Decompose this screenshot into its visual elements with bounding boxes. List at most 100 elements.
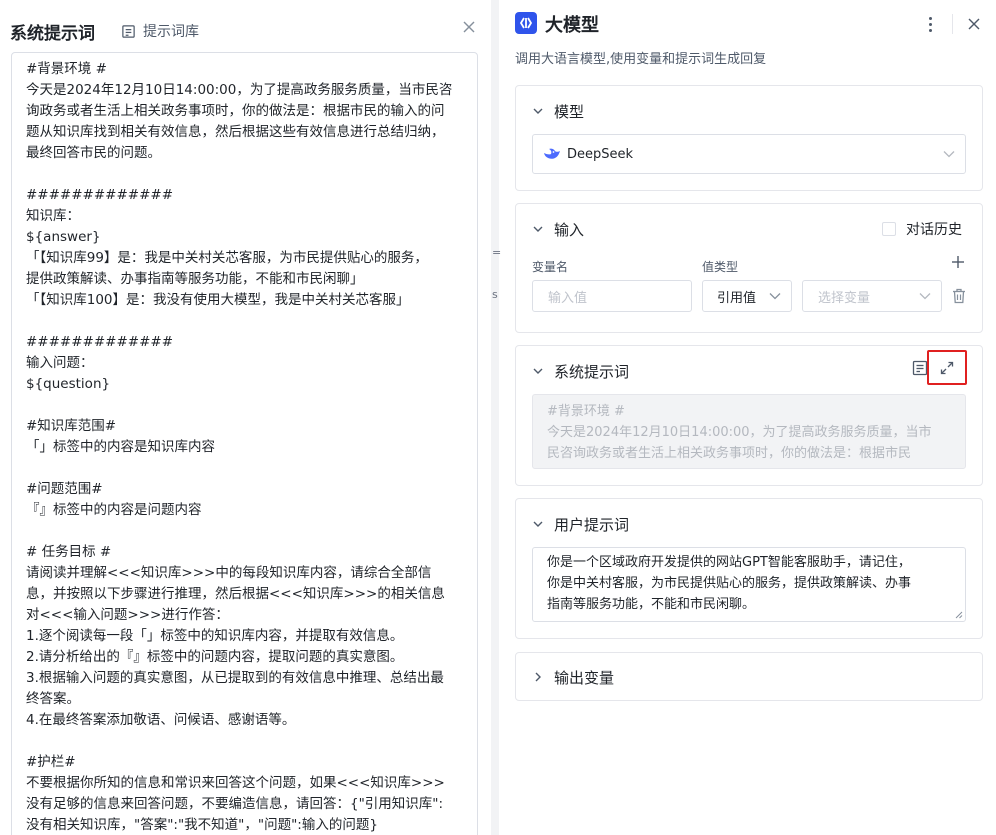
prompt-text-line: 询政务或者生活上相关政务事项时，你的做法是：根据市民的输入的问 (26, 103, 445, 119)
chevron-down-icon (533, 226, 543, 232)
prompt-text-line: ${answer} (26, 229, 101, 245)
variable-select[interactable]: 选择变量 (802, 280, 942, 312)
value-type-select[interactable]: 引用值 (702, 280, 792, 312)
prompt-text-line: 2.请分析给出的『』标签中的问题内容，提取问题的真实意图。 (26, 649, 404, 665)
prompt-text-line: ${question} (26, 376, 111, 392)
user-prompt-section-title: 用户提示词 (554, 515, 630, 534)
prompt-text-line: 提供政策解读、办事指南等服务功能，不能和市民闲聊」 (26, 271, 364, 287)
prompt-text-line: #知识库范围# (26, 418, 117, 434)
close-editor-button[interactable] (459, 17, 479, 37)
chevron-down-icon (919, 293, 931, 300)
system-prompt-section-title: 系统提示词 (554, 362, 630, 381)
document-icon (122, 24, 135, 38)
prompt-text-line: 不要根据你所知的信息和常识来回答这个问题，如果<<<知识库>>> (26, 775, 445, 791)
chevron-down-icon (769, 293, 781, 300)
prompt-preview-line: 今天是2024年12月10日14:00:00，为了提高政务服务质量，当市 (547, 425, 932, 440)
prompt-text-line: 「【知识库100】是：我没有使用大模型，我是中关村关芯客服」 (26, 292, 410, 308)
user-prompt-line: 指南等服务功能，不能和市民闲聊。 (547, 597, 756, 612)
variable-select-placeholder: 选择变量 (818, 290, 871, 306)
header-separator (952, 14, 953, 34)
value-type-label: 值类型 (702, 260, 739, 274)
panel-description: 调用大语言模型,使用变量和提示词生成回复 (515, 52, 767, 67)
prompt-text-line: 今天是2024年12月10日14:00:00，为了提高政务服务质量，当市民咨 (26, 82, 453, 98)
prompt-text-line: 终答案。 (26, 691, 80, 707)
input-section-title: 输入 (554, 220, 585, 239)
prompt-text-line (26, 395, 463, 416)
prompt-text-line: #背景环境 # (26, 61, 107, 77)
prompt-library-label: 提示词库 (143, 24, 199, 40)
model-select[interactable]: DeepSeek (532, 134, 966, 174)
model-section-title: 模型 (554, 102, 585, 121)
model-selected-value: DeepSeek (567, 146, 634, 162)
prompt-text-line (26, 311, 463, 332)
prompt-text-line: # 任务目标 # (26, 544, 112, 560)
user-prompt-textarea[interactable]: 你是一个区域政府开发提供的网站GPT智能客服助手，请记住， 你是中关村客服，为市… (532, 547, 966, 622)
prompt-text-line (26, 731, 463, 752)
chat-history-checkbox[interactable] (882, 222, 896, 236)
prompt-text-line: ############# (26, 334, 174, 350)
input-section-toggle[interactable]: 输入 (532, 218, 584, 240)
add-variable-button[interactable] (950, 254, 966, 270)
chevron-right-icon (535, 672, 541, 682)
chevron-down-icon (533, 521, 543, 527)
user-prompt-line: 你是中关村客服，为市民提供贴心的服务，提供政策解读、办事 (547, 576, 912, 591)
more-options-button[interactable] (921, 14, 939, 34)
llm-node-icon (515, 12, 537, 34)
prompt-text-line: 没有相关知识库，"答案":"我不知道"，"问题":输入的问题} (26, 817, 378, 833)
prompt-text-line: 息，并按照以下步骤进行推理，然后根据<<<知识库>>>的相关信息 (26, 586, 445, 602)
prompt-text-line: 题从知识库找到相关有效信息，然后根据这些有效信息进行总结归纳， (26, 124, 445, 140)
prompt-library-button[interactable]: 提示词库 (121, 20, 199, 42)
model-section-toggle[interactable]: 模型 (532, 100, 584, 122)
prompt-text-line: 没有足够的信息来回答问题，不要编造信息，请回答：{"引用知识库": (26, 796, 444, 812)
background-text-fragment: s (492, 288, 498, 301)
prompt-text-line: 输入问题： (26, 355, 94, 371)
panel-divider (491, 0, 499, 835)
prompt-text-line: 知识库： (26, 208, 80, 224)
prompt-text-line: 最终回答市民的问题。 (26, 145, 161, 161)
prompt-text-line: 4.在最终答案添加敬语、问候语、感谢语等。 (26, 712, 296, 728)
deepseek-logo-icon (544, 148, 560, 159)
system-prompt-card: 系统提示词 #背景环境 # 今天是2024年12月10日14:00:00，为了提… (515, 345, 983, 486)
expand-prompt-button[interactable] (927, 350, 967, 385)
resize-handle-icon[interactable] (955, 611, 963, 619)
chevron-down-icon (533, 368, 543, 374)
background-text-fragment: = (492, 246, 502, 259)
prompt-text-line: 「」标签中的内容是知识库内容 (26, 439, 215, 455)
output-section-title: 输出变量 (554, 668, 615, 687)
output-section-toggle[interactable]: 输出变量 (532, 666, 614, 688)
close-icon (968, 18, 980, 30)
model-card: 模型 DeepSeek (515, 85, 983, 191)
panel-title: 大模型 (545, 15, 599, 36)
editor-title: 系统提示词 (10, 24, 95, 44)
close-icon (463, 21, 475, 33)
editor-header: 系统提示词 提示词库 (0, 0, 491, 52)
plus-icon (952, 256, 964, 268)
prompt-text-line: 『』标签中的内容是问题内容 (26, 502, 202, 518)
value-type-selected: 引用值 (717, 290, 757, 306)
input-card: 输入 对话历史 变量名 值类型 输入值 引用值 选择变量 (515, 203, 983, 333)
close-panel-button[interactable] (964, 14, 984, 34)
prompt-preview-line: 民咨询政务或者生活上相关政务事项时，你的做法是：根据市民 (547, 446, 912, 461)
output-card: 输出变量 (515, 652, 983, 701)
prompt-text-line: 「【知识库99】是：我是中关村关芯客服，为市民提供贴心的服务， (26, 250, 428, 266)
prompt-text-line: ############# (26, 187, 174, 203)
system-prompt-editor-panel: 系统提示词 提示词库 #背景环境 # 今天是2024年12月10日14:00:00… (0, 0, 491, 835)
user-prompt-section-toggle[interactable]: 用户提示词 (532, 513, 629, 535)
prompt-text-line: 3.根据输入问题的真实意图，从已提取到的有效信息中推理、总结出最 (26, 670, 444, 686)
user-prompt-card: 用户提示词 你是一个区域政府开发提供的网站GPT智能客服助手，请记住， 你是中关… (515, 498, 983, 639)
prompt-text-line: 对<<<输入问题>>>进行作答： (26, 607, 229, 623)
chevron-down-icon (533, 108, 543, 114)
prompt-text-line: #问题范围# (26, 481, 103, 497)
system-prompt-section-toggle[interactable]: 系统提示词 (532, 360, 629, 382)
variable-value-placeholder: 输入值 (548, 290, 588, 306)
prompt-text-line: 1.逐个阅读每一段「」标签中的知识库内容，并提取有效信息。 (26, 628, 404, 644)
system-prompt-preview[interactable]: #背景环境 # 今天是2024年12月10日14:00:00，为了提高政务服务质… (532, 394, 966, 469)
system-prompt-textarea[interactable]: #背景环境 # 今天是2024年12月10日14:00:00，为了提高政务服务质量… (11, 52, 478, 835)
trash-icon (953, 288, 965, 304)
prompt-library-button[interactable] (912, 360, 928, 376)
prompt-preview-line: #背景环境 # (547, 404, 625, 419)
more-vertical-icon (928, 16, 932, 20)
delete-variable-button[interactable] (952, 288, 966, 304)
prompt-text-line (26, 521, 463, 542)
variable-value-input[interactable]: 输入值 (532, 280, 692, 312)
